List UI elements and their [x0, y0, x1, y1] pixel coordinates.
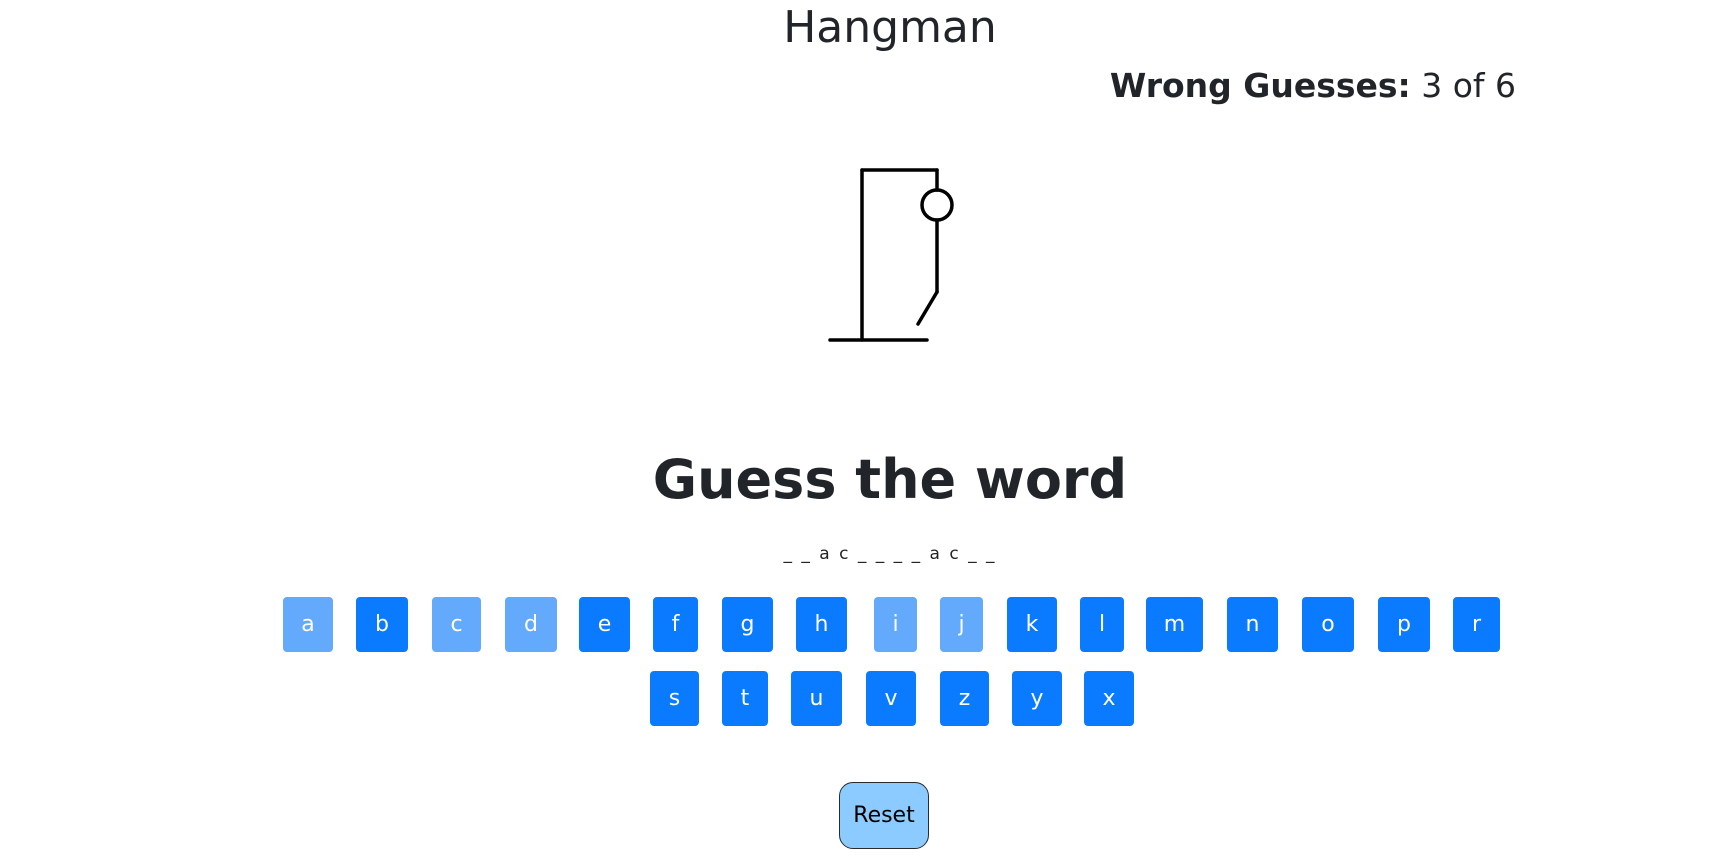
letter-key-b[interactable]: b: [356, 597, 408, 652]
letter-key-u[interactable]: u: [791, 671, 842, 726]
gallows-drawing: [828, 168, 954, 342]
letter-key-n[interactable]: n: [1227, 597, 1278, 652]
word-display: _ _ a c _ _ _ _ a c _ _: [783, 544, 997, 564]
hangman-head: [920, 188, 954, 222]
reset-button[interactable]: Reset: [839, 782, 929, 849]
letter-key-a[interactable]: a: [283, 597, 333, 652]
letter-key-v[interactable]: v: [866, 671, 916, 726]
guess-heading: Guess the word: [652, 448, 1128, 511]
letter-key-e[interactable]: e: [579, 597, 630, 652]
letter-key-m[interactable]: m: [1146, 597, 1203, 652]
letter-key-z[interactable]: z: [940, 671, 989, 726]
letter-key-p[interactable]: p: [1378, 597, 1430, 652]
letter-key-t[interactable]: t: [722, 671, 768, 726]
letter-key-f[interactable]: f: [653, 597, 698, 652]
letter-key-x[interactable]: x: [1084, 671, 1134, 726]
letter-key-r[interactable]: r: [1453, 597, 1500, 652]
letter-key-j[interactable]: j: [940, 597, 983, 652]
letter-key-d[interactable]: d: [505, 597, 557, 652]
letter-key-o[interactable]: o: [1302, 597, 1354, 652]
letter-key-l[interactable]: l: [1080, 597, 1124, 652]
letter-key-y[interactable]: y: [1012, 671, 1062, 726]
app-title: Hangman: [783, 2, 997, 53]
letter-key-i[interactable]: i: [874, 597, 917, 652]
wrong-guesses-label: Wrong Guesses:: [1109, 66, 1411, 105]
hangman-page: Hangman Wrong Guesses: 3 of 6 Guess the …: [0, 0, 1718, 865]
letter-key-k[interactable]: k: [1007, 597, 1057, 652]
wrong-guesses-value: 3 of 6: [1421, 66, 1516, 105]
letter-key-h[interactable]: h: [796, 597, 847, 652]
wrong-guesses-counter: Wrong Guesses: 3 of 6: [1110, 66, 1516, 105]
letter-key-s[interactable]: s: [650, 671, 699, 726]
letter-key-c[interactable]: c: [432, 597, 481, 652]
letter-key-g[interactable]: g: [722, 597, 773, 652]
hangman-left-leg: [916, 290, 939, 326]
